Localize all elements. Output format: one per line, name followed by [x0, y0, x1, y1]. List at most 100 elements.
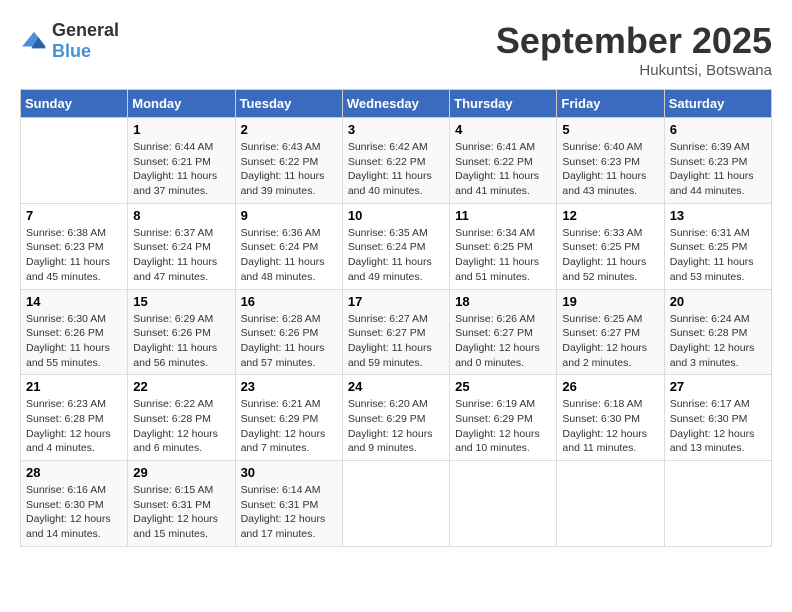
calendar-cell: 16 Sunrise: 6:28 AMSunset: 6:26 PMDayligh…: [235, 289, 342, 375]
calendar-cell: 14 Sunrise: 6:30 AMSunset: 6:26 PMDayligh…: [21, 289, 128, 375]
day-info: Sunrise: 6:34 AMSunset: 6:25 PMDaylight:…: [455, 226, 551, 285]
month-title: September 2025: [496, 20, 772, 62]
day-info: Sunrise: 6:19 AMSunset: 6:29 PMDaylight:…: [455, 397, 551, 456]
calendar-cell: 15Sunrise: 6:29 AMSunset: 6:26 PMDayligh…: [128, 289, 235, 375]
calendar-cell: 1Sunrise: 6:44 AMSunset: 6:21 PMDaylight…: [128, 118, 235, 204]
calendar-cell: 22 Sunrise: 6:22 AMSunset: 6:28 PMDayligh…: [128, 375, 235, 461]
day-info: Sunrise: 6:42 AMSunset: 6:22 PMDaylight:…: [348, 140, 444, 199]
day-number: 18: [455, 294, 551, 309]
day-info: Sunrise: 6:36 AMSunset: 6:24 PMDaylight:…: [241, 226, 337, 285]
calendar-cell: 7 Sunrise: 6:38 AMSunset: 6:23 PMDaylight…: [21, 203, 128, 289]
calendar-cell: 6 Sunrise: 6:39 AMSunset: 6:23 PMDaylight…: [664, 118, 771, 204]
day-number: 6: [670, 122, 766, 137]
calendar-cell: 12 Sunrise: 6:33 AMSunset: 6:25 PMDayligh…: [557, 203, 664, 289]
calendar-cell: 28Sunrise: 6:16 AMSunset: 6:30 PMDayligh…: [21, 461, 128, 547]
week-row-2: 7 Sunrise: 6:38 AMSunset: 6:23 PMDaylight…: [21, 203, 772, 289]
day-number: 22: [133, 379, 229, 394]
calendar-cell: 10Sunrise: 6:35 AMSunset: 6:24 PMDayligh…: [342, 203, 449, 289]
day-info: Sunrise: 6:41 AMSunset: 6:22 PMDaylight:…: [455, 140, 551, 199]
day-info: Sunrise: 6:25 AMSunset: 6:27 PMDaylight:…: [562, 312, 658, 371]
header-day-monday: Monday: [128, 90, 235, 118]
day-info: Sunrise: 6:14 AMSunset: 6:31 PMDaylight:…: [241, 483, 337, 542]
day-info: Sunrise: 6:33 AMSunset: 6:25 PMDaylight:…: [562, 226, 658, 285]
calendar-cell: 27 Sunrise: 6:17 AMSunset: 6:30 PMDayligh…: [664, 375, 771, 461]
logo-general: General: [52, 20, 119, 40]
day-number: 4: [455, 122, 551, 137]
calendar-cell: [342, 461, 449, 547]
title-block: September 2025 Hukuntsi, Botswana: [496, 20, 772, 79]
day-number: 16: [241, 294, 337, 309]
calendar-cell: 9 Sunrise: 6:36 AMSunset: 6:24 PMDaylight…: [235, 203, 342, 289]
day-number: 7: [26, 208, 122, 223]
calendar-cell: [664, 461, 771, 547]
calendar-cell: 30 Sunrise: 6:14 AMSunset: 6:31 PMDayligh…: [235, 461, 342, 547]
calendar-cell: 13 Sunrise: 6:31 AMSunset: 6:25 PMDayligh…: [664, 203, 771, 289]
day-info: Sunrise: 6:39 AMSunset: 6:23 PMDaylight:…: [670, 140, 766, 199]
day-number: 13: [670, 208, 766, 223]
day-number: 17: [348, 294, 444, 309]
week-row-1: 1Sunrise: 6:44 AMSunset: 6:21 PMDaylight…: [21, 118, 772, 204]
calendar-cell: [450, 461, 557, 547]
day-info: Sunrise: 6:21 AMSunset: 6:29 PMDaylight:…: [241, 397, 337, 456]
day-number: 25: [455, 379, 551, 394]
calendar-cell: 17Sunrise: 6:27 AMSunset: 6:27 PMDayligh…: [342, 289, 449, 375]
day-info: Sunrise: 6:17 AMSunset: 6:30 PMDaylight:…: [670, 397, 766, 456]
day-info: Sunrise: 6:20 AMSunset: 6:29 PMDaylight:…: [348, 397, 444, 456]
calendar-cell: 8Sunrise: 6:37 AMSunset: 6:24 PMDaylight…: [128, 203, 235, 289]
day-number: 11: [455, 208, 551, 223]
day-number: 1: [133, 122, 229, 137]
day-info: Sunrise: 6:22 AMSunset: 6:28 PMDaylight:…: [133, 397, 229, 456]
calendar-cell: 4 Sunrise: 6:41 AMSunset: 6:22 PMDaylight…: [450, 118, 557, 204]
calendar-cell: 5Sunrise: 6:40 AMSunset: 6:23 PMDaylight…: [557, 118, 664, 204]
header-day-friday: Friday: [557, 90, 664, 118]
header-day-wednesday: Wednesday: [342, 90, 449, 118]
day-number: 5: [562, 122, 658, 137]
day-number: 28: [26, 465, 122, 480]
header-day-saturday: Saturday: [664, 90, 771, 118]
calendar-cell: 11 Sunrise: 6:34 AMSunset: 6:25 PMDayligh…: [450, 203, 557, 289]
day-number: 26: [562, 379, 658, 394]
day-number: 3: [348, 122, 444, 137]
calendar-cell: 2 Sunrise: 6:43 AMSunset: 6:22 PMDaylight…: [235, 118, 342, 204]
week-row-3: 14 Sunrise: 6:30 AMSunset: 6:26 PMDayligh…: [21, 289, 772, 375]
day-number: 21: [26, 379, 122, 394]
header-day-tuesday: Tuesday: [235, 90, 342, 118]
calendar-cell: 29Sunrise: 6:15 AMSunset: 6:31 PMDayligh…: [128, 461, 235, 547]
logo-blue: Blue: [52, 41, 91, 61]
calendar-cell: 18 Sunrise: 6:26 AMSunset: 6:27 PMDayligh…: [450, 289, 557, 375]
header-day-sunday: Sunday: [21, 90, 128, 118]
header-row: SundayMondayTuesdayWednesdayThursdayFrid…: [21, 90, 772, 118]
day-info: Sunrise: 6:18 AMSunset: 6:30 PMDaylight:…: [562, 397, 658, 456]
calendar-cell: 3 Sunrise: 6:42 AMSunset: 6:22 PMDaylight…: [342, 118, 449, 204]
calendar-table: SundayMondayTuesdayWednesdayThursdayFrid…: [20, 89, 772, 547]
day-info: Sunrise: 6:24 AMSunset: 6:28 PMDaylight:…: [670, 312, 766, 371]
location: Hukuntsi, Botswana: [496, 62, 772, 79]
day-info: Sunrise: 6:37 AMSunset: 6:24 PMDaylight:…: [133, 226, 229, 285]
calendar-cell: 24Sunrise: 6:20 AMSunset: 6:29 PMDayligh…: [342, 375, 449, 461]
day-info: Sunrise: 6:43 AMSunset: 6:22 PMDaylight:…: [241, 140, 337, 199]
day-number: 14: [26, 294, 122, 309]
calendar-cell: 19 Sunrise: 6:25 AMSunset: 6:27 PMDayligh…: [557, 289, 664, 375]
day-number: 30: [241, 465, 337, 480]
day-info: Sunrise: 6:15 AMSunset: 6:31 PMDaylight:…: [133, 483, 229, 542]
day-number: 23: [241, 379, 337, 394]
day-info: Sunrise: 6:30 AMSunset: 6:26 PMDaylight:…: [26, 312, 122, 371]
day-info: Sunrise: 6:23 AMSunset: 6:28 PMDaylight:…: [26, 397, 122, 456]
calendar-cell: 23 Sunrise: 6:21 AMSunset: 6:29 PMDayligh…: [235, 375, 342, 461]
day-number: 27: [670, 379, 766, 394]
week-row-4: 21 Sunrise: 6:23 AMSunset: 6:28 PMDayligh…: [21, 375, 772, 461]
day-number: 19: [562, 294, 658, 309]
day-number: 10: [348, 208, 444, 223]
day-number: 9: [241, 208, 337, 223]
day-number: 20: [670, 294, 766, 309]
day-number: 2: [241, 122, 337, 137]
day-info: Sunrise: 6:28 AMSunset: 6:26 PMDaylight:…: [241, 312, 337, 371]
day-info: Sunrise: 6:31 AMSunset: 6:25 PMDaylight:…: [670, 226, 766, 285]
day-info: Sunrise: 6:38 AMSunset: 6:23 PMDaylight:…: [26, 226, 122, 285]
day-info: Sunrise: 6:26 AMSunset: 6:27 PMDaylight:…: [455, 312, 551, 371]
calendar-cell: 20 Sunrise: 6:24 AMSunset: 6:28 PMDayligh…: [664, 289, 771, 375]
header-day-thursday: Thursday: [450, 90, 557, 118]
calendar-cell: 21 Sunrise: 6:23 AMSunset: 6:28 PMDayligh…: [21, 375, 128, 461]
day-number: 12: [562, 208, 658, 223]
week-row-5: 28Sunrise: 6:16 AMSunset: 6:30 PMDayligh…: [21, 461, 772, 547]
